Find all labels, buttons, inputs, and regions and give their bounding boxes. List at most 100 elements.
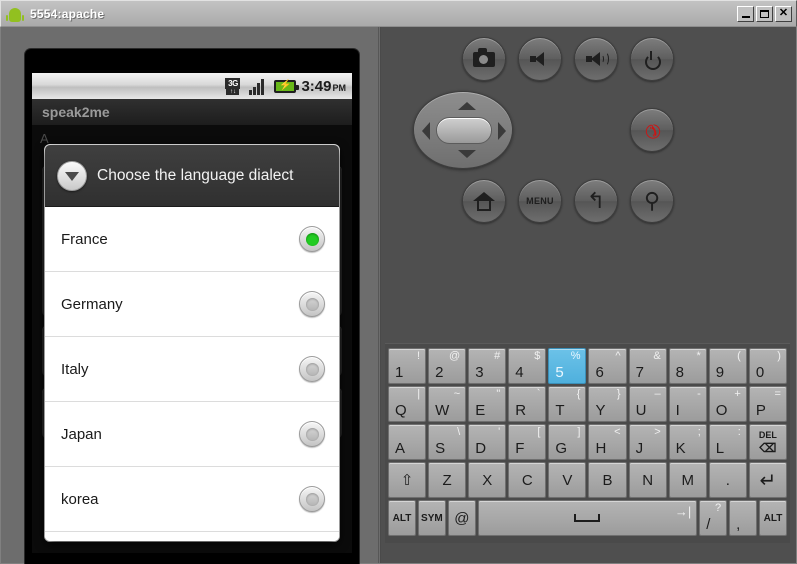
language-dialect-dialog[interactable]: Choose the language dialect France Germa… [45,145,339,541]
battery-charging-icon: ⚡ [274,79,300,93]
dialect-list: France Germany Italy Japan korea [45,207,339,541]
volume-up-button[interactable] [574,37,618,81]
key-2[interactable]: 2 @ [428,348,467,384]
key-6[interactable]: 6 ^ [588,348,627,384]
key-period[interactable]: . [708,462,747,498]
home-button[interactable] [462,179,506,223]
key-f[interactable]: F[ [508,424,547,460]
key-comma[interactable]: , [729,500,758,536]
key-y[interactable]: Y} [588,386,627,422]
menu-button[interactable]: MENU [518,179,562,223]
list-item[interactable]: Japan [45,402,339,467]
camera-button[interactable] [462,37,506,81]
key-i[interactable]: I- [668,386,707,422]
list-item[interactable]: Germany [45,272,339,337]
dpad-up-icon[interactable] [458,102,476,110]
key-w[interactable]: W ~ [428,386,467,422]
device-screen[interactable]: 3G ↑↓ ⚡ 3:49PM speak2me A Choose the lan… [32,73,352,553]
dpad-right-icon[interactable] [498,122,506,140]
key-d[interactable]: D ' [468,424,507,460]
key-sym[interactable]: SYM [417,500,446,536]
list-item[interactable]: korea [45,467,339,532]
dpad[interactable] [413,91,513,169]
dpad-center-button[interactable] [436,117,492,144]
dialog-title: Choose the language dialect [97,167,294,184]
list-item[interactable]: UK [45,532,339,541]
key-b[interactable]: B [588,462,627,498]
enter-icon: ↵ [759,469,777,492]
key-s[interactable]: S \ [428,424,467,460]
key-3[interactable]: 3 # [468,348,507,384]
key-k[interactable]: K; [668,424,707,460]
key-t[interactable]: T{ [548,386,587,422]
key-shift[interactable]: ⇧ [388,462,427,498]
maximize-button[interactable] [756,5,773,22]
minimize-button[interactable] [737,5,754,22]
network-3g-icon: 3G ↑↓ [224,77,244,95]
radio-button[interactable] [299,291,325,317]
key-at[interactable]: @ [447,500,476,536]
key-v[interactable]: V [548,462,587,498]
key-5[interactable]: 5% [548,348,587,384]
keyboard-row-asdf: A S \ D ' F[ G] H < J > K; L: DEL ⌫ [388,424,787,460]
key-q[interactable]: Q | [388,386,427,422]
key-o[interactable]: O + [708,386,747,422]
android-device: 3G ↑↓ ⚡ 3:49PM speak2me A Choose the lan… [25,49,359,564]
key-h[interactable]: H < [588,424,627,460]
key-u[interactable]: U – [628,386,667,422]
end-call-button[interactable]: ✆ [630,108,674,152]
controls-pane: ✆ ✆ MENU [381,27,796,563]
key-delete[interactable]: DEL ⌫ [748,424,787,460]
close-icon: ✕ [778,7,789,19]
window-titlebar: 5554:apache ✕ [0,0,797,27]
key-g[interactable]: G] [548,424,587,460]
tab-icon: →| [674,504,692,519]
list-item-label: Italy [61,360,89,378]
keyboard-row-zxcv: ⇧ Z X C V B N M . ↵ [388,462,787,498]
radio-button[interactable] [299,356,325,382]
key-c[interactable]: C [508,462,547,498]
key-e[interactable]: E " [468,386,507,422]
key-slash[interactable]: /? [699,500,728,536]
key-0[interactable]: 0) [748,348,787,384]
key-n[interactable]: N [628,462,667,498]
list-item[interactable]: France [45,207,339,272]
key-9[interactable]: 9( [708,348,747,384]
key-8[interactable]: 8 * [668,348,707,384]
shift-icon: ⇧ [400,472,414,489]
spacebar-icon [574,514,601,522]
list-item-label: France [61,230,108,248]
dpad-down-icon[interactable] [458,150,476,158]
close-button[interactable]: ✕ [775,5,792,22]
list-item[interactable]: Italy [45,337,339,402]
key-p[interactable]: P = [748,386,787,422]
app-title: speak2me [32,99,352,125]
radio-button[interactable] [299,226,325,252]
radio-button[interactable] [299,421,325,447]
key-4[interactable]: 4 $ [508,348,547,384]
key-space[interactable]: →| [477,500,698,536]
search-button[interactable]: ⚲ [630,179,674,223]
key-7[interactable]: 7 & [628,348,667,384]
key-1[interactable]: 1! [388,348,427,384]
key-x[interactable]: X [468,462,507,498]
signal-bars-icon [249,78,269,95]
dpad-left-icon[interactable] [422,122,430,140]
camera-icon [473,47,495,67]
key-r[interactable]: R ` [508,386,547,422]
home-icon [473,191,495,211]
keyboard-row-qwerty: Q | W ~ E " R ` T{ Y} U – I- O + P = [388,386,787,422]
list-item-label: Japan [61,425,102,443]
key-z[interactable]: Z [428,462,467,498]
back-button[interactable]: ↰ [574,179,618,223]
power-button[interactable] [630,37,674,81]
key-enter[interactable]: ↵ [748,462,787,498]
key-l[interactable]: L: [708,424,747,460]
key-alt-left[interactable]: ALT [388,500,416,536]
key-a[interactable]: A [388,424,427,460]
volume-down-button[interactable] [518,37,562,81]
radio-button[interactable] [299,486,325,512]
key-m[interactable]: M [668,462,707,498]
key-j[interactable]: J > [628,424,667,460]
key-alt-right[interactable]: ALT [759,500,787,536]
